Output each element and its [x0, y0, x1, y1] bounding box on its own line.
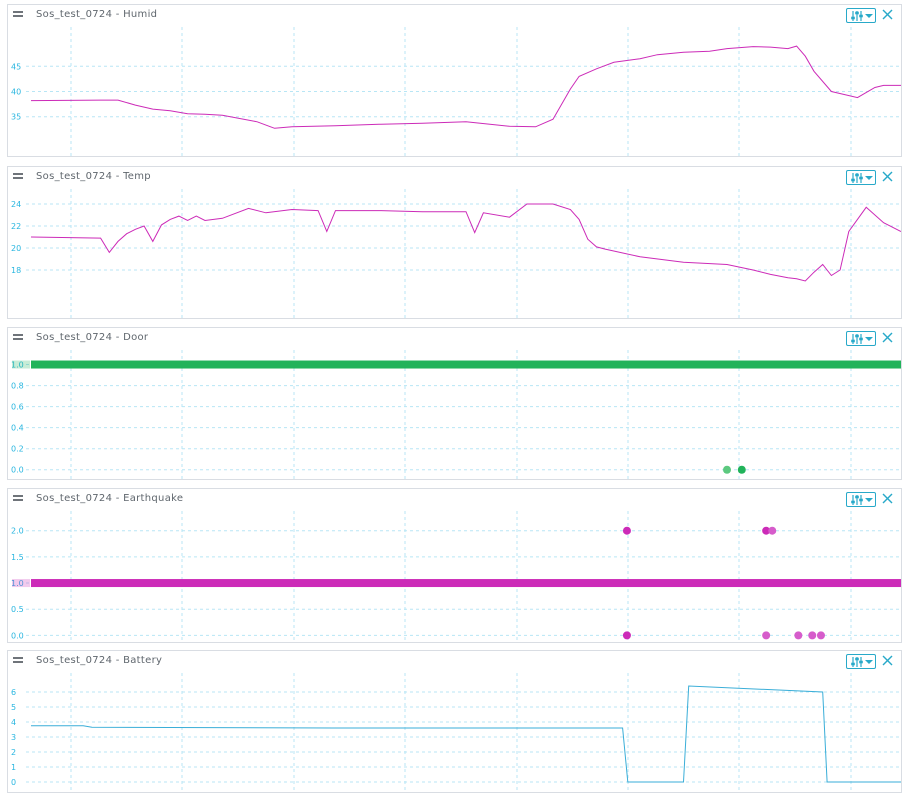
panel-header: Sos_test_0724 - Earthquake — [8, 489, 901, 511]
y-tick-label: 5 — [11, 703, 16, 712]
sliders-dropdown-icon[interactable] — [846, 8, 876, 23]
earthquake-chart: 0.00.51.01.52.0 — [11, 511, 901, 642]
y-tick-label: 35 — [11, 113, 21, 122]
y-tick-label: 1 — [11, 763, 16, 772]
dense-point-band — [31, 579, 901, 588]
y-tick-label: 0.0 — [11, 466, 24, 475]
y-tick-label: 3 — [11, 733, 16, 742]
y-tick-label: 4 — [11, 718, 16, 727]
close-icon[interactable] — [881, 490, 895, 506]
panel-header: Sos_test_0724 - Battery — [8, 651, 901, 673]
panel-door: Sos_test_0724 - Door 0.0 0.2 0.4 0.6 0.8 1.0 — [7, 327, 902, 480]
sliders-dropdown-icon[interactable] — [846, 654, 876, 669]
panel-title: Sos_test_0724 - Humid — [36, 9, 158, 20]
scatter-point — [737, 465, 746, 474]
panel-title: Sos_test_0724 - Temp — [36, 171, 151, 182]
scatter-point — [768, 526, 777, 535]
panel-title: Sos_test_0724 - Battery — [36, 655, 163, 666]
series-line — [30, 45, 901, 129]
drag-handle-icon[interactable] — [13, 495, 23, 501]
scatter-point — [808, 631, 817, 640]
y-tick-label: 45 — [11, 62, 21, 71]
drag-handle-icon[interactable] — [13, 11, 23, 17]
panel-humid: Sos_test_0724 - Humid 35 40 45 — [7, 4, 902, 157]
series-line — [31, 685, 901, 783]
scatter-point — [762, 631, 771, 640]
panel-temp: Sos_test_0724 - Temp 18 20 22 24 — [7, 166, 902, 319]
y-tick-label: 1.5 — [11, 553, 24, 562]
panel-header: Sos_test_0724 - Humid — [8, 5, 901, 27]
temp-chart: 18 20 22 24 — [11, 189, 901, 318]
scatter-point — [723, 465, 731, 474]
y-tick-label: 0.2 — [11, 445, 24, 454]
panel-title: Sos_test_0724 - Earthquake — [36, 493, 184, 504]
series-line — [30, 203, 901, 282]
drag-handle-icon[interactable] — [13, 657, 23, 663]
panel-earthquake: Sos_test_0724 - Earthquake 0.0 0.5 1.0 1.5 2… — [7, 488, 902, 643]
y-tick-label: 0.0 — [11, 631, 24, 640]
scatter-point — [622, 526, 631, 535]
scatter-point — [816, 631, 825, 640]
y-tick-label: 40 — [11, 88, 21, 97]
y-tick-label: 0 — [11, 778, 16, 787]
y-tick-label: 6 — [11, 688, 16, 697]
scatter-point — [794, 631, 803, 640]
y-tick-label: 0.6 — [11, 403, 24, 412]
y-tick-label: 22 — [11, 222, 21, 231]
close-icon[interactable] — [881, 652, 895, 668]
panel-title: Sos_test_0724 - Door — [36, 332, 149, 343]
sliders-dropdown-icon[interactable] — [846, 170, 876, 185]
y-tick-label: 0.8 — [11, 382, 24, 391]
sliders-dropdown-icon[interactable] — [846, 492, 876, 507]
value-highlight — [12, 360, 30, 369]
value-highlight — [12, 579, 30, 588]
sliders-dropdown-icon[interactable] — [846, 331, 876, 346]
dense-point-band — [31, 360, 901, 369]
y-tick-label: 0.5 — [11, 605, 24, 614]
panel-battery: Sos_test_0724 - Battery 0 1 2 3 4 5 6 — [7, 650, 902, 793]
drag-handle-icon[interactable] — [13, 334, 23, 340]
scatter-point — [622, 631, 631, 640]
y-tick-label: 24 — [11, 200, 21, 209]
door-chart: 0.00.20.40.60.81.0 — [11, 350, 901, 479]
humid-chart: 35 40 45 — [11, 27, 901, 156]
y-tick-label: 20 — [11, 244, 21, 253]
battery-chart: 0 1 2 3 4 5 6 — [11, 673, 901, 792]
panel-header: Sos_test_0724 - Temp — [8, 167, 901, 189]
y-tick-label: 2 — [11, 748, 16, 757]
close-icon[interactable] — [881, 168, 895, 184]
drag-handle-icon[interactable] — [13, 173, 23, 179]
close-icon[interactable] — [881, 329, 895, 345]
close-icon[interactable] — [881, 6, 895, 22]
y-tick-label: 18 — [11, 266, 21, 275]
y-tick-label: 0.4 — [11, 424, 24, 433]
panel-header: Sos_test_0724 - Door — [8, 328, 901, 350]
y-tick-label: 2.0 — [11, 527, 24, 536]
